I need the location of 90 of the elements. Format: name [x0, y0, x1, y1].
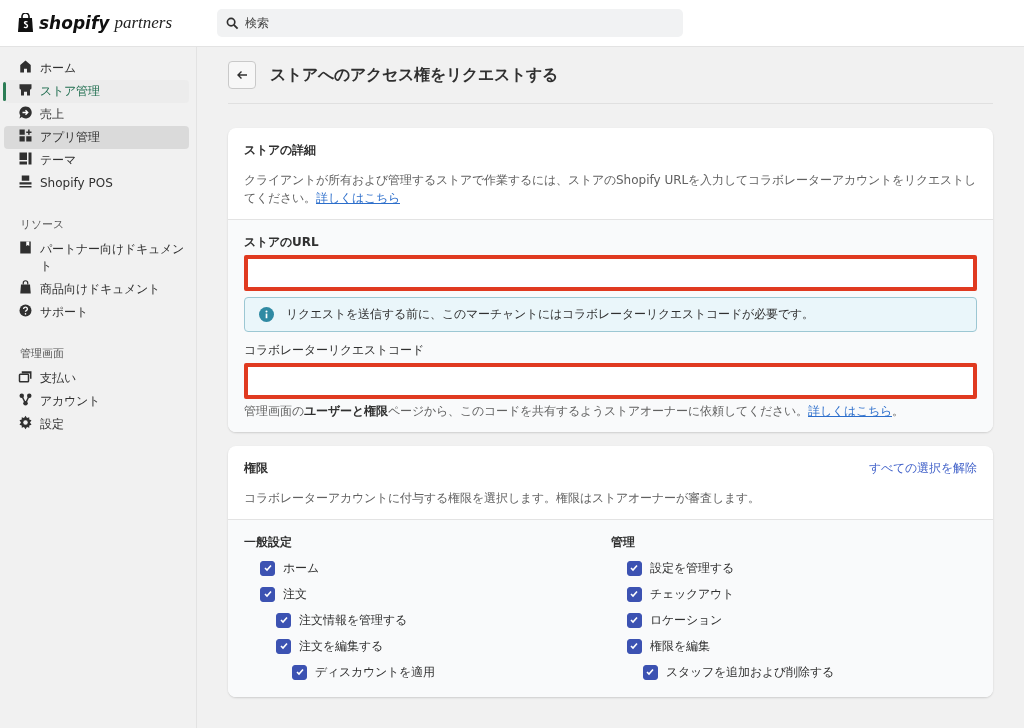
sidebar-item[interactable]: サポート [4, 301, 189, 324]
store-icon [18, 82, 33, 97]
brand-suffix: partners [114, 13, 172, 33]
check-icon [629, 589, 639, 599]
search-icon [226, 17, 239, 30]
section-title: リソース [19, 217, 65, 233]
field-label: コラボレーターリクエストコード [244, 342, 425, 359]
sidebar-item[interactable]: 支払い [4, 367, 189, 390]
learn-more-link[interactable]: 詳しくはこちら [316, 191, 400, 205]
permission-checkbox[interactable]: 注文を編集する [276, 633, 611, 659]
permission-checkbox[interactable]: ロケーション [626, 607, 977, 633]
checkbox[interactable] [276, 612, 291, 628]
shopping-bag-icon [18, 280, 33, 295]
section-title: 管理画面 [19, 346, 65, 362]
sidebar-item[interactable]: アカウント [4, 390, 189, 413]
checkbox-label: 権限を編集 [649, 637, 710, 655]
notice-text: リクエストを送信する前に、このマーチャントにはコラボレーターリクエストコードが必要です。 [286, 306, 814, 323]
field-label: ストアのURL [244, 234, 320, 251]
permission-checkbox[interactable]: チェックアウト [626, 581, 977, 607]
chat-arrow-icon [18, 105, 33, 120]
input-field[interactable] [244, 255, 977, 291]
permission-checkbox[interactable]: スタッフを追加および削除する [642, 659, 977, 685]
checkbox[interactable] [626, 612, 642, 628]
settings-icon [18, 415, 33, 430]
check-icon [629, 563, 639, 573]
checkbox-label: ホーム [283, 559, 319, 577]
back-button[interactable] [228, 61, 256, 89]
card-title: 権限 [244, 460, 268, 477]
check-icon [294, 667, 305, 677]
page-title: ストアへのアクセス権をリクエストする [270, 64, 558, 86]
apps-icon [18, 128, 33, 143]
sidebar-item[interactable]: 売上 [4, 103, 189, 126]
checkbox-label: 注文 [283, 585, 307, 603]
checkbox[interactable] [626, 586, 642, 602]
info-icon [259, 307, 274, 322]
home-icon [18, 59, 33, 74]
deselect-all-link[interactable]: すべての選択を解除 [869, 460, 977, 477]
checkbox-label: スタッフを追加および削除する [665, 663, 834, 681]
group-title: 一般設定 [244, 534, 293, 551]
check-icon [629, 615, 639, 625]
sidebar-item[interactable]: パートナー向けドキュメント [4, 238, 189, 278]
check-icon [262, 563, 273, 573]
checkbox-label: 設定を管理する [649, 559, 734, 577]
permission-checkbox[interactable]: 注文情報を管理する [276, 607, 611, 633]
permission-checkbox[interactable]: 注文 [260, 581, 611, 607]
check-icon [645, 667, 655, 677]
permission-checkbox[interactable]: ホーム [260, 555, 611, 581]
help-icon [18, 303, 33, 318]
card-title: ストアの詳細 [244, 142, 316, 159]
checkbox-label: チェックアウト [649, 585, 734, 603]
checkbox[interactable] [626, 638, 642, 654]
checkbox[interactable] [642, 664, 658, 680]
permission-checkbox[interactable]: 設定を管理する [626, 555, 977, 581]
sidebar-item[interactable]: 設定 [4, 413, 189, 436]
sidebar-item[interactable]: ストア管理 [4, 80, 189, 103]
checkbox-label: 注文を編集する [299, 637, 383, 655]
check-icon [629, 641, 639, 651]
permission-checkbox[interactable]: ディスカウントを適用 [292, 659, 611, 685]
sidebar-item[interactable]: テーマ [4, 149, 189, 172]
checkbox[interactable] [276, 638, 291, 654]
group-title: 管理 [610, 534, 636, 551]
search-field[interactable]: 検索 [217, 9, 683, 37]
book-icon [18, 240, 33, 255]
card-icon [18, 369, 33, 384]
network-icon [18, 392, 33, 407]
card-description: クライアントが所有および管理するストアで作業するには、ストアのShopify URLを入力してコラボレーターアカウントをリクエストしてください。詳しくはこちら [244, 172, 977, 207]
checkbox-label: 注文情報を管理する [299, 611, 407, 629]
sidebar-item[interactable]: アプリ管理 [4, 126, 189, 149]
logo-icon [17, 13, 34, 33]
card-description: コラボレーターアカウントに付与する権限を選択します。権限はストアオーナーが審査します。 [244, 490, 761, 507]
sidebar-item[interactable]: Shopify POS [4, 172, 189, 195]
sidebar-item[interactable]: 商品向けドキュメント [4, 278, 189, 301]
check-icon [278, 615, 289, 625]
checkbox-label: ロケーション [649, 611, 722, 629]
help-text: 管理画面のユーザーと権限ページから、このコードを共有するようストアオーナーに依頼してください。詳しくはこちら。 [244, 403, 905, 420]
register-icon [18, 174, 33, 189]
checkbox[interactable] [260, 586, 275, 602]
sidebar-item[interactable]: ホーム [4, 57, 189, 80]
checkbox[interactable] [260, 560, 275, 576]
brand-name: shopify [39, 13, 110, 33]
input-field[interactable] [244, 363, 977, 399]
checkbox[interactable] [292, 664, 307, 680]
check-icon [262, 589, 273, 599]
theme-icon [18, 151, 33, 166]
checkbox[interactable] [626, 560, 642, 576]
permission-checkbox[interactable]: 権限を編集 [626, 633, 977, 659]
back-arrow-icon [236, 69, 248, 81]
learn-more-link[interactable]: 詳しくはこちら [808, 404, 892, 418]
check-icon [278, 641, 289, 651]
checkbox-label: ディスカウントを適用 [315, 663, 435, 681]
